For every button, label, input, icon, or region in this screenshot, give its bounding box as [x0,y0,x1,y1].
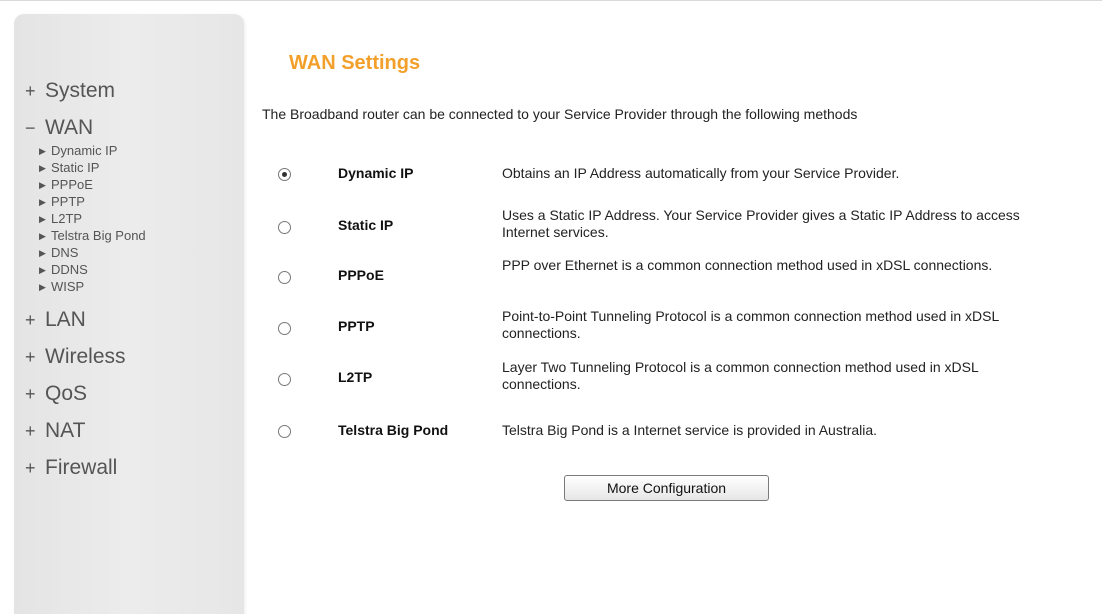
option-label: PPPoE [338,267,384,283]
submenu-item-telstra-big-pond[interactable]: ▶ Telstra Big Pond [39,227,240,244]
expand-icon: + [25,384,36,404]
intro-text: The Broadband router can be connected to… [262,106,858,122]
option-label: L2TP [338,369,373,385]
menu-group-label: System [45,79,116,102]
expand-icon: + [25,310,36,330]
submenu-item-label: WISP [51,279,85,294]
triangle-right-icon: ▶ [39,231,46,241]
option-description: Obtains an IP Address automatically from… [502,165,900,181]
triangle-right-icon: ▶ [39,180,46,190]
radio-pppoe[interactable] [278,271,291,284]
radio-pptp[interactable] [278,322,291,335]
triangle-right-icon: ▶ [39,214,46,224]
menu-group-wireless[interactable]: + Wireless [25,338,240,375]
submenu-item-wisp[interactable]: ▶ WISP [39,278,240,295]
triangle-right-icon: ▶ [39,163,46,173]
more-configuration-button[interactable]: More Configuration [564,475,769,501]
submenu-item-dynamic-ip[interactable]: ▶ Dynamic IP [39,142,240,159]
menu-group-nat[interactable]: + NAT [25,412,240,449]
expand-icon: + [25,421,36,441]
submenu-item-dns[interactable]: ▶ DNS [39,244,240,261]
option-label: Telstra Big Pond [338,422,449,438]
option-label: Static IP [338,217,394,233]
option-pptp: PPTP Point-to-Point Tunneling Protocol i… [262,305,1092,345]
menu-group-wan[interactable]: − WAN [25,109,240,146]
option-pppoe: PPPoE PPP over Ethernet is a common conn… [262,254,1092,294]
submenu-item-static-ip[interactable]: ▶ Static IP [39,159,240,176]
top-divider [0,0,1102,1]
submenu-item-pptp[interactable]: ▶ PPTP [39,193,240,210]
option-description: Point-to-Point Tunneling Protocol is a c… [502,308,999,341]
wan-submenu: ▶ Dynamic IP ▶ Static IP ▶ PPPoE ▶ PPTP ▶ L2T… [39,142,240,295]
submenu-item-label: Telstra Big Pond [51,228,146,243]
option-description: Uses a Static IP Address. Your Service P… [502,207,1020,240]
menu-group-label: Wireless [45,345,126,368]
option-description: Layer Two Tunneling Protocol is a common… [502,359,979,392]
triangle-right-icon: ▶ [39,146,46,156]
radio-dynamic-ip[interactable] [278,168,291,181]
sidebar: + System − WAN ▶ Dynamic IP ▶ Static IP ▶ PPP… [14,14,244,614]
option-l2tp: L2TP Layer Two Tunneling Protocol is a c… [262,356,1092,396]
option-telstra-big-pond: Telstra Big Pond Telstra Big Pond is a I… [262,416,1092,456]
menu-group-label: WAN [45,116,94,139]
menu-group-firewall[interactable]: + Firewall [25,449,240,486]
sidebar-menu: + System − WAN ▶ Dynamic IP ▶ Static IP ▶ PPP… [25,72,240,486]
submenu-item-label: DNS [51,245,79,260]
option-static-ip: Static IP Uses a Static IP Address. Your… [262,204,1092,244]
expand-icon: + [25,458,36,478]
radio-l2tp[interactable] [278,373,291,386]
triangle-right-icon: ▶ [39,265,46,275]
radio-telstra-big-pond[interactable] [278,425,291,438]
option-label: Dynamic IP [338,165,414,181]
option-label: PPTP [338,318,375,334]
option-description: Telstra Big Pond is a Internet service i… [502,422,878,438]
menu-group-label: LAN [45,308,86,331]
submenu-item-label: DDNS [51,262,88,277]
option-dynamic-ip: Dynamic IP Obtains an IP Address automat… [262,154,1092,194]
expand-icon: + [25,347,36,367]
menu-group-system[interactable]: + System [25,72,240,109]
submenu-item-ddns[interactable]: ▶ DDNS [39,261,240,278]
menu-group-lan[interactable]: + LAN [25,301,240,338]
page-title: WAN Settings [289,52,421,74]
radio-static-ip[interactable] [278,221,291,234]
submenu-item-label: Dynamic IP [51,143,118,158]
menu-group-label: NAT [45,419,86,442]
submenu-item-label: L2TP [51,211,83,226]
submenu-item-l2tp[interactable]: ▶ L2TP [39,210,240,227]
menu-group-label: Firewall [45,456,118,479]
menu-group-label: QoS [45,382,88,405]
expand-icon: + [25,81,36,101]
option-description: PPP over Ethernet is a common connection… [502,257,993,273]
submenu-item-label: Static IP [51,160,100,175]
submenu-item-label: PPPoE [51,177,93,192]
submenu-item-pppoe[interactable]: ▶ PPPoE [39,176,240,193]
triangle-right-icon: ▶ [39,197,46,207]
submenu-item-label: PPTP [51,194,85,209]
triangle-right-icon: ▶ [39,282,46,292]
menu-group-qos[interactable]: + QoS [25,375,240,412]
triangle-right-icon: ▶ [39,248,46,258]
